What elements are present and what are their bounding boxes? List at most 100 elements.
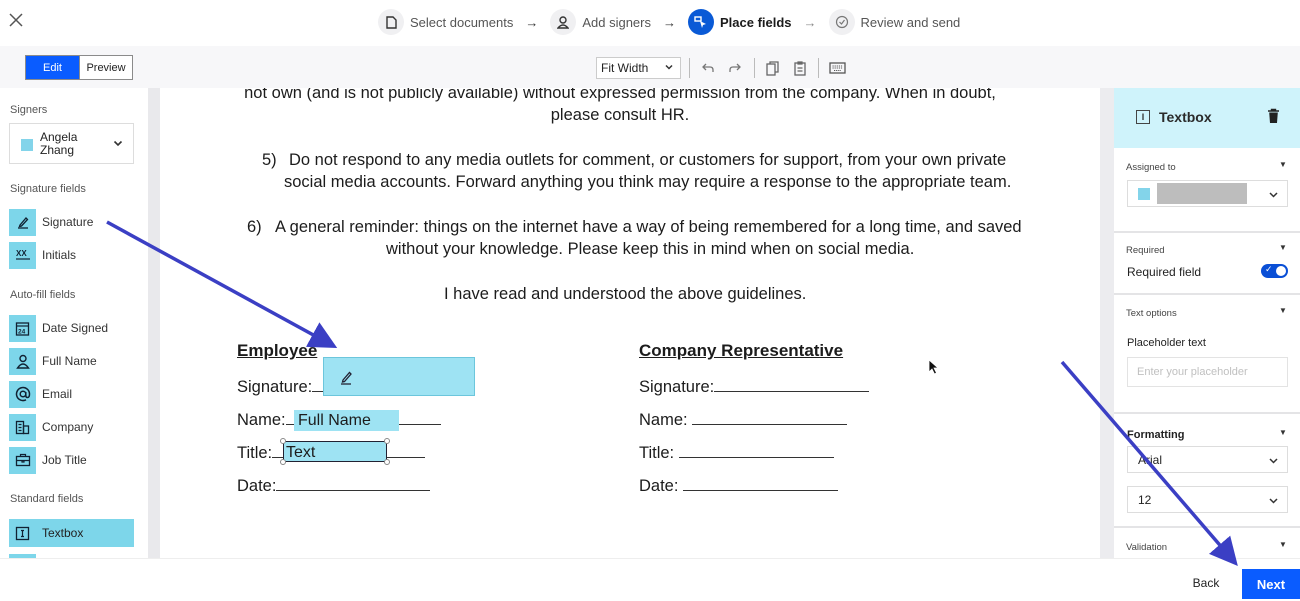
resize-handle[interactable] bbox=[384, 459, 390, 465]
company-rep-heading: Company Representative bbox=[639, 341, 844, 360]
font-size-value: 12 bbox=[1138, 493, 1152, 507]
field-label: Email bbox=[42, 387, 73, 401]
field-label: Date Signed bbox=[42, 321, 109, 335]
field-label: Full Name bbox=[42, 354, 97, 368]
properties-header: I Textbox bbox=[1114, 88, 1300, 148]
next-button[interactable]: Next bbox=[1242, 569, 1300, 599]
field-date-signed[interactable]: 24 Date Signed bbox=[9, 314, 108, 342]
arrow-icon: → bbox=[663, 14, 676, 30]
text-options-section-label: Text options bbox=[1126, 308, 1177, 319]
redo-icon[interactable] bbox=[725, 58, 745, 78]
step-label: Place fields bbox=[720, 14, 792, 30]
signer-name: Angela Zhang bbox=[40, 130, 78, 157]
keyboard-icon[interactable] bbox=[827, 58, 847, 78]
field-textbox[interactable]: Textbox bbox=[9, 519, 134, 547]
paragraph-line: Do not respond to any media outlets for … bbox=[289, 151, 1007, 169]
textbox-icon: I bbox=[1136, 110, 1150, 124]
chevron-down-icon bbox=[1269, 192, 1278, 198]
date-label: Date: bbox=[237, 477, 277, 495]
font-family-select[interactable]: Arial bbox=[1127, 446, 1288, 473]
placed-full-name-field[interactable]: Full Name bbox=[294, 410, 399, 431]
fields-sidebar: Signers Angela Zhang Signature fields Si… bbox=[0, 88, 148, 558]
step-review-and-send[interactable]: Review and send bbox=[828, 9, 960, 35]
resize-handle[interactable] bbox=[384, 438, 390, 444]
blank-line bbox=[276, 475, 431, 491]
pen-icon bbox=[9, 208, 36, 236]
signer-select[interactable]: Angela Zhang bbox=[9, 123, 134, 164]
undo-icon[interactable] bbox=[698, 58, 718, 78]
field-signature[interactable]: Signature bbox=[9, 208, 93, 236]
textbox-icon bbox=[9, 519, 36, 547]
paste-icon[interactable] bbox=[790, 58, 810, 78]
chevron-down-icon bbox=[113, 140, 123, 147]
field-job-title[interactable]: Job Title bbox=[9, 446, 87, 474]
signature-fields-heading: Signature fields bbox=[10, 183, 86, 195]
signer-color-swatch bbox=[21, 139, 33, 151]
resize-handle[interactable] bbox=[280, 459, 286, 465]
person-icon bbox=[9, 347, 36, 375]
chevron-down-icon bbox=[1269, 498, 1278, 504]
assigned-to-select[interactable] bbox=[1127, 180, 1288, 207]
caret-down-icon[interactable]: ▼ bbox=[1279, 540, 1287, 549]
toolbar: Edit Preview Fit Width bbox=[0, 46, 1300, 88]
font-family-value: Arial bbox=[1138, 453, 1163, 467]
placed-signature-field[interactable] bbox=[323, 357, 475, 396]
step-add-signers[interactable]: Add signers bbox=[550, 9, 651, 35]
required-field-toggle[interactable]: ✓ bbox=[1261, 264, 1288, 278]
trash-icon[interactable] bbox=[1267, 108, 1280, 124]
paragraph-line: without your knowledge. Please keep this… bbox=[386, 240, 915, 258]
section-divider bbox=[1114, 412, 1300, 414]
building-icon bbox=[9, 413, 36, 441]
caret-down-icon[interactable]: ▼ bbox=[1279, 243, 1287, 252]
name-label: Name: bbox=[639, 411, 688, 429]
field-properties-panel: I Textbox Assigned to ▼ Required ▼ Requi… bbox=[1114, 88, 1300, 558]
copy-icon[interactable] bbox=[762, 58, 782, 78]
progress-stepper: Select documents → Add signers → Place f… bbox=[378, 8, 960, 36]
company-title-line: Title: bbox=[639, 442, 834, 464]
back-button[interactable]: Back bbox=[1182, 569, 1230, 597]
title-label: Title: bbox=[639, 444, 675, 462]
zoom-select-value: Fit Width bbox=[601, 61, 649, 75]
close-icon[interactable] bbox=[6, 10, 26, 30]
field-company[interactable]: Company bbox=[9, 413, 93, 441]
placed-textbox-field[interactable]: Text bbox=[280, 438, 390, 465]
blank-line bbox=[714, 376, 870, 392]
resize-handle[interactable] bbox=[280, 438, 286, 444]
field-email[interactable]: Email bbox=[9, 380, 72, 408]
at-icon bbox=[9, 380, 36, 408]
preview-button[interactable]: Preview bbox=[79, 56, 132, 79]
footer-bar: Back Next bbox=[0, 558, 1300, 601]
employee-heading: Employee bbox=[237, 341, 318, 360]
font-size-select[interactable]: 12 bbox=[1127, 486, 1288, 513]
caret-down-icon[interactable]: ▼ bbox=[1279, 160, 1287, 169]
field-label: Initials bbox=[42, 248, 77, 262]
autofill-heading: Auto-fill fields bbox=[10, 289, 76, 301]
field-initials[interactable]: XX Initials bbox=[9, 241, 76, 269]
zoom-select[interactable]: Fit Width bbox=[596, 57, 681, 79]
blank-line bbox=[678, 442, 834, 458]
assigned-to-label: Assigned to bbox=[1126, 162, 1176, 173]
caret-down-icon[interactable]: ▼ bbox=[1279, 306, 1287, 315]
app: Select documents → Add signers → Place f… bbox=[0, 0, 1300, 601]
caret-down-icon[interactable]: ▼ bbox=[1279, 428, 1287, 437]
field-label: Textbox bbox=[42, 526, 84, 540]
check-circle-icon bbox=[828, 9, 855, 35]
field-full-name[interactable]: Full Name bbox=[9, 347, 97, 375]
field-label: Company bbox=[42, 420, 94, 434]
blank-line bbox=[692, 409, 848, 425]
check-icon: ✓ bbox=[1265, 264, 1273, 274]
validation-section-label: Validation bbox=[1126, 542, 1168, 553]
company-name-line: Name: bbox=[639, 409, 848, 431]
company-date-line: Date: bbox=[639, 475, 839, 497]
date-label: Date: bbox=[639, 477, 679, 495]
step-select-documents[interactable]: Select documents bbox=[378, 9, 513, 35]
placeholder-text-input[interactable] bbox=[1127, 357, 1288, 387]
chevron-down-icon bbox=[1269, 458, 1278, 464]
list-number: 6) bbox=[247, 218, 262, 236]
place-fields-icon bbox=[688, 9, 714, 35]
signature-label: Signature: bbox=[237, 378, 313, 396]
step-place-fields[interactable]: Place fields bbox=[688, 9, 792, 35]
document-scrollbar[interactable] bbox=[1100, 88, 1114, 558]
edit-button[interactable]: Edit bbox=[26, 56, 79, 79]
sidebar-scrollbar[interactable] bbox=[148, 88, 160, 558]
